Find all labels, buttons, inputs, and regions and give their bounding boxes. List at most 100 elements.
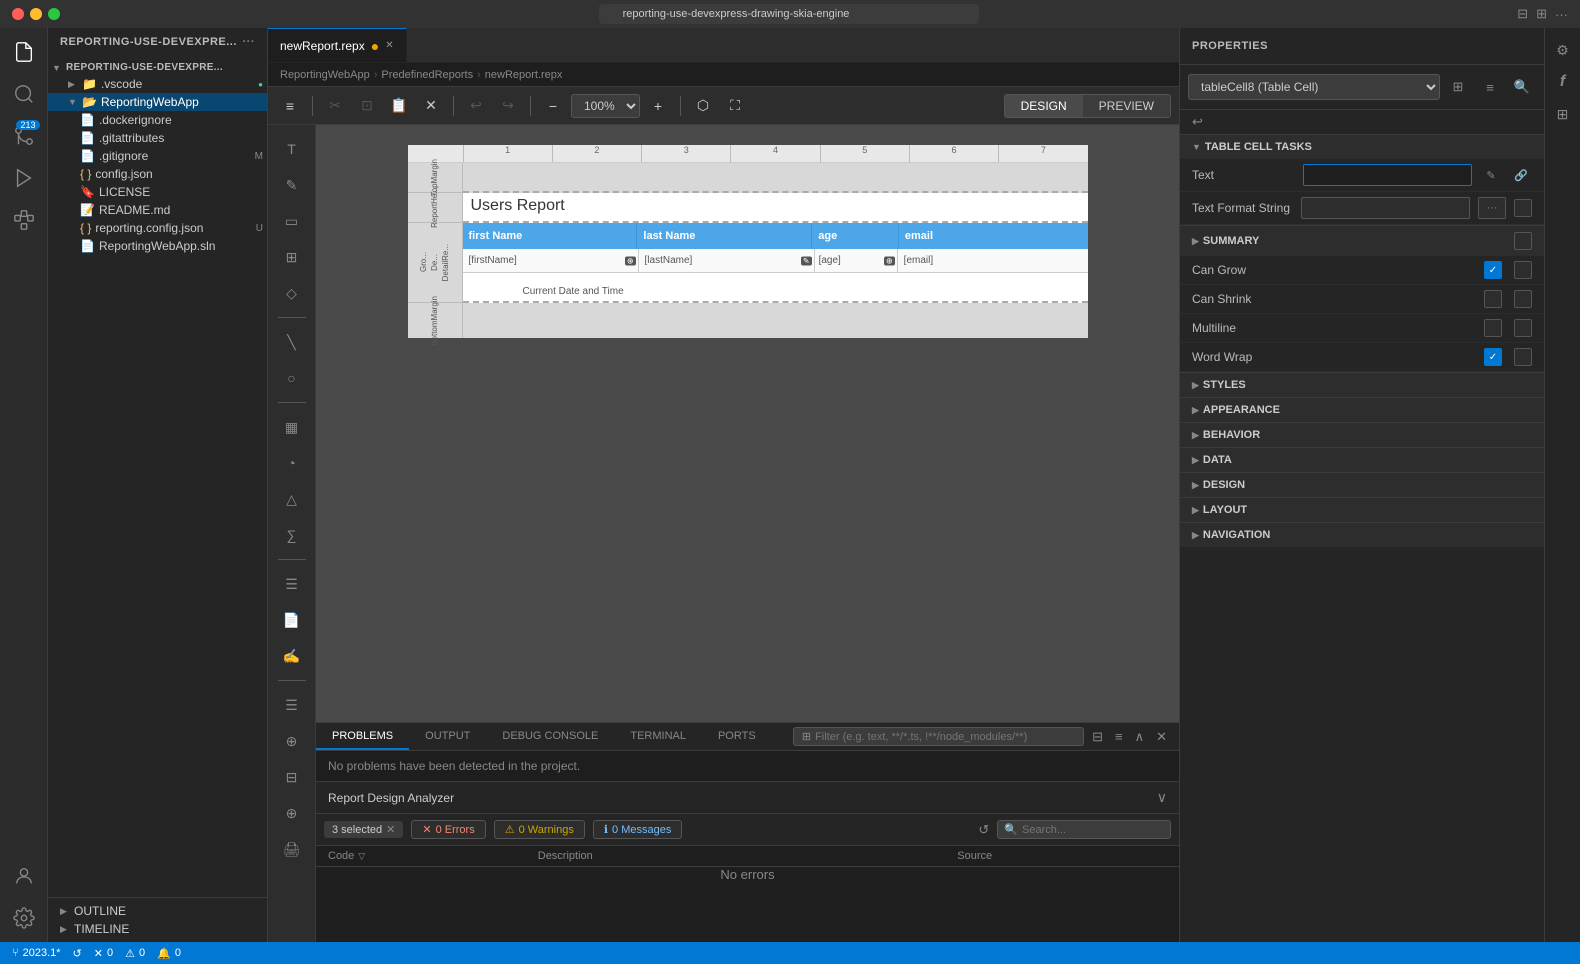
cross-tab-icon[interactable]: ⊕ (276, 725, 308, 757)
section-styles[interactable]: ▶ STYLES (1180, 372, 1544, 397)
errors-filter-btn[interactable]: ✕ 0 Errors (411, 820, 485, 839)
tab-problems[interactable]: PROBLEMS (316, 723, 409, 750)
sum-icon[interactable]: ∑ (276, 519, 308, 551)
tab-newreport[interactable]: newReport.repx ● ✕ (268, 28, 407, 62)
warning-count[interactable]: ⚠ 0 (125, 947, 145, 960)
pie-chart-icon[interactable]: ◔ (276, 447, 308, 479)
tab-output[interactable]: OUTPUT (409, 723, 486, 750)
files-activity-icon[interactable] (4, 32, 44, 72)
section-design[interactable]: ▶ DESIGN (1180, 472, 1544, 497)
can-shrink-extra-checkbox[interactable] (1514, 290, 1532, 308)
sparkline-icon[interactable]: △ (276, 483, 308, 515)
highlight-button[interactable]: ⬡ (689, 92, 717, 120)
sidebar-item-gitattributes[interactable]: 📄 .gitattributes (48, 129, 267, 147)
run-debug-icon[interactable] (4, 158, 44, 198)
data-age[interactable]: [age] ⊕ (815, 249, 898, 273)
line-tool-icon[interactable]: ╲ (276, 326, 308, 358)
section-appearance[interactable]: ▶ APPEARANCE (1180, 397, 1544, 422)
section-summary[interactable]: ▶ SUMMARY (1180, 225, 1544, 256)
redo-button[interactable]: ↪ (494, 92, 522, 120)
design-button[interactable]: DESIGN (1005, 95, 1083, 117)
multiline-extra-checkbox[interactable] (1514, 319, 1532, 337)
text-edit-btn[interactable]: ✎ (1480, 164, 1502, 186)
settings-icon[interactable] (4, 898, 44, 938)
split-icon[interactable]: ⊞ (1536, 6, 1547, 22)
section-navigation[interactable]: ▶ NAVIGATION (1180, 522, 1544, 547)
cut-button[interactable]: ✂ (321, 92, 349, 120)
rect-tool-icon[interactable]: ▭ (276, 205, 308, 237)
analyzer-search-input[interactable] (1022, 824, 1164, 836)
shape-tool-icon[interactable]: ◇ (276, 277, 308, 309)
filter-input[interactable] (815, 731, 1075, 743)
paste-button[interactable]: 📋 (385, 92, 413, 120)
preview-button[interactable]: PREVIEW (1083, 95, 1170, 117)
section-table-cell-tasks[interactable]: ▼ TABLE CELL TASKS (1180, 134, 1544, 159)
extensions-icon[interactable] (4, 200, 44, 240)
minimize-button[interactable] (30, 8, 42, 20)
sidebar-item-root[interactable]: ▼ REPORTING-USE-DEVEXPRE... (48, 60, 267, 75)
add-icon[interactable]: ⊕ (276, 797, 308, 829)
zoom-out-button[interactable]: − (539, 92, 567, 120)
clear-icon[interactable]: ⊟ (1088, 729, 1107, 745)
tab-ports[interactable]: PORTS (702, 723, 772, 750)
sidebar-item-gitignore[interactable]: 📄 .gitignore M (48, 147, 267, 165)
zoom-select[interactable]: 100% 75% 150% (571, 94, 640, 118)
search-props-btn[interactable]: 🔍 (1508, 73, 1536, 101)
word-wrap-checkbox[interactable]: ✓ (1484, 348, 1502, 366)
can-shrink-checkbox[interactable] (1484, 290, 1502, 308)
text-format-input[interactable] (1301, 197, 1470, 219)
print-icon[interactable]: 🖨 (276, 833, 308, 865)
fullscreen-button[interactable]: ⛶ (721, 92, 749, 120)
bar-chart-icon[interactable]: ▦ (276, 411, 308, 443)
element-selector-dropdown[interactable]: tableCell8 (Table Cell) (1188, 74, 1440, 100)
data-firstname[interactable]: [firstName] ⊕ (463, 249, 639, 273)
data-lastname[interactable]: [lastName] ✎ (639, 249, 815, 273)
list-icon[interactable]: ☰ (276, 568, 308, 600)
sidebar-item-config[interactable]: { } config.json (48, 165, 267, 183)
clear-selected-icon[interactable]: ✕ (386, 823, 395, 836)
draw-tool-icon[interactable]: ✎ (276, 169, 308, 201)
report-canvas-scroll[interactable]: 1 2 3 4 5 6 7 (316, 125, 1179, 722)
sidebar-item-readme[interactable]: 📝 README.md (48, 201, 267, 219)
breadcrumb-app[interactable]: ReportingWebApp (280, 69, 370, 81)
data-email[interactable]: [email] (898, 249, 1088, 273)
sign-icon[interactable]: ✍ (276, 640, 308, 672)
refresh-icon[interactable]: ↺ (978, 822, 989, 838)
word-wrap-extra-checkbox[interactable] (1514, 348, 1532, 366)
close-button[interactable] (12, 8, 24, 20)
copy-button[interactable]: ⊡ (353, 92, 381, 120)
zoom-in-button[interactable]: + (644, 92, 672, 120)
breadcrumb-reports[interactable]: PredefinedReports (381, 69, 473, 81)
title-search-input[interactable] (599, 4, 979, 24)
can-grow-checkbox[interactable]: ✓ (1484, 261, 1502, 279)
text-format-more-btn[interactable]: ··· (1478, 197, 1506, 219)
sidebar-item-sln[interactable]: 📄 ReportingWebApp.sln (48, 237, 267, 255)
analyzer-collapse-icon[interactable]: ∨ (1157, 789, 1167, 806)
sidebar-item-license[interactable]: 🔖 LICENSE (48, 183, 267, 201)
warnings-filter-btn[interactable]: ⚠ 0 Warnings (494, 820, 585, 839)
more-icon[interactable]: ··· (1555, 7, 1568, 22)
section-data[interactable]: ▶ DATA (1180, 447, 1544, 472)
list-icon[interactable]: ≡ (1111, 729, 1127, 744)
sidebar-item-reportingwebapp[interactable]: ▼ 📂 ReportingWebApp (48, 93, 267, 111)
tab-close-icon[interactable]: ✕ (385, 40, 393, 51)
section-layout[interactable]: ▶ LAYOUT (1180, 497, 1544, 522)
accounts-icon[interactable] (4, 856, 44, 896)
text-input[interactable] (1303, 164, 1472, 186)
tab-terminal[interactable]: TERMINAL (614, 723, 702, 750)
text-format-checkbox[interactable] (1514, 199, 1532, 217)
sidebar-item-dockerignore[interactable]: 📄 .dockerignore (48, 111, 267, 129)
summary-checkbox[interactable] (1514, 232, 1532, 250)
layout-icon[interactable]: ⊟ (1517, 6, 1528, 22)
can-grow-extra-checkbox[interactable] (1514, 261, 1532, 279)
maximize-button[interactable] (48, 8, 60, 20)
git-branch[interactable]: ⑂ 2023.1* (12, 947, 61, 959)
menu-button[interactable]: ≡ (276, 92, 304, 120)
outline-item[interactable]: ▶ OUTLINE (48, 902, 267, 920)
text-tool-icon[interactable]: T (276, 133, 308, 165)
sort-props-btn[interactable]: ⊞ (1444, 73, 1472, 101)
group-props-btn[interactable]: ≡ (1476, 73, 1504, 101)
text-link-btn[interactable]: 🔗 (1510, 164, 1532, 186)
circle-tool-icon[interactable]: ○ (276, 362, 308, 394)
hierarchy-right-icon[interactable]: ⊞ (1549, 100, 1577, 128)
